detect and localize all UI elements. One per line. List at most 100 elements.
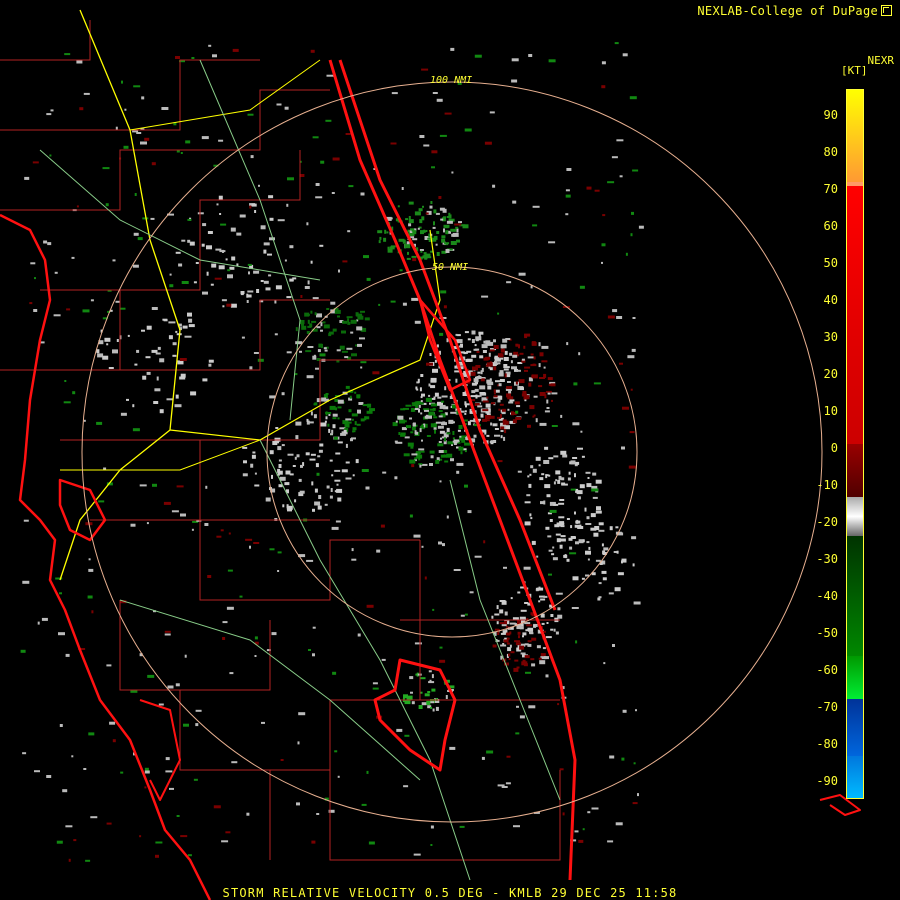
scale-segment [847,444,863,498]
echo-pixel [334,309,341,314]
echo-pixel [341,350,348,353]
echo-pixel [218,195,223,200]
echo-pixel [555,533,561,536]
echo-pixel [601,243,606,247]
echo-pixel [435,243,438,246]
echo-pixel [499,379,505,382]
echo-pixel [615,822,623,826]
echo-pixel [307,346,314,348]
echo-pixel [483,540,486,544]
echo-pixel [444,112,452,115]
echo-pixel [609,755,615,759]
echo-pixel [421,216,425,221]
echo-pixel [210,283,214,286]
echo-pixel [423,229,426,233]
echo-pixel [487,385,492,390]
echo-pixel [47,242,52,246]
echo-pixel [310,310,313,314]
echo-pixel [637,793,639,797]
echo-pixel [438,196,442,199]
echo-pixel [578,352,581,356]
echo-pixel [307,280,310,285]
echo-pixel [575,520,581,524]
echo-pixel [569,546,573,550]
echo-pixel [277,570,280,572]
echo-pixel [519,352,524,355]
echo-pixel [187,239,191,243]
echo-pixel [179,358,187,361]
echo-pixel [568,471,571,475]
echo-pixel [494,628,499,631]
echo-pixel [269,395,276,399]
echo-pixel [79,107,84,111]
echo-pixel [519,645,525,650]
echo-pixel [450,458,454,462]
echo-pixel [611,156,618,159]
echo-pixel [533,395,538,398]
echo-pixel [441,422,447,426]
echo-pixel [530,353,534,356]
echo-pixel [197,212,204,215]
echo-pixel [146,325,152,330]
echo-pixel [65,653,70,657]
echo-pixel [475,348,480,351]
echo-pixel [559,499,565,501]
scale-segment [847,698,863,756]
echo-pixel [306,375,314,379]
echo-pixel [560,450,567,455]
echo-pixel [144,770,150,774]
echo-pixel [443,228,445,233]
echo-pixel [188,324,195,328]
echo-pixel [524,411,528,414]
echo-pixel [538,363,541,368]
echo-pixel [378,303,381,306]
echo-pixel [349,395,352,399]
echo-pixel [418,451,421,455]
echo-pixel [216,535,222,538]
echo-pixel [491,615,494,619]
echo-pixel [330,433,333,436]
echo-pixel [427,397,432,402]
echo-pixel [344,356,349,359]
echo-pixel [327,423,330,427]
echo-pixel [585,471,591,474]
echo-pixel [428,670,432,673]
echo-pixel [410,431,414,434]
echo-pixel [354,421,357,426]
echo-pixel [319,244,324,247]
echo-pixel [146,522,149,525]
echo-pixel [116,339,119,342]
echo-pixel [180,835,188,838]
echo-pixel [76,60,83,64]
echo-pixel [632,802,638,805]
echo-pixel [502,630,506,634]
echo-pixel [281,444,285,447]
echo-pixel [320,322,323,327]
echo-pixel [323,347,327,350]
echo-pixel [409,417,412,420]
echo-pixel [601,61,606,65]
echo-pixel [345,418,352,421]
echo-pixel [419,428,422,433]
echo-pixel [253,270,260,274]
echo-pixel [534,624,538,627]
echo-pixel [314,501,321,506]
echo-pixel [215,248,222,251]
launch-icon[interactable] [881,5,892,16]
echo-pixel [489,349,495,352]
echo-pixel [536,555,539,558]
echo-pixel [221,840,229,843]
echo-pixel [163,501,171,505]
echo-pixel [608,592,614,595]
scale-tick-label: -70 [816,700,838,714]
echo-pixel [460,614,465,617]
echo-pixel [511,411,514,416]
echo-pixel [239,595,243,598]
echo-pixel [512,200,517,204]
echo-pixel [622,709,627,713]
echo-pixel [286,504,289,509]
echo-pixel [46,775,52,778]
echo-pixel [619,362,623,365]
echo-pixel [511,366,517,370]
echo-pixel [140,141,147,145]
